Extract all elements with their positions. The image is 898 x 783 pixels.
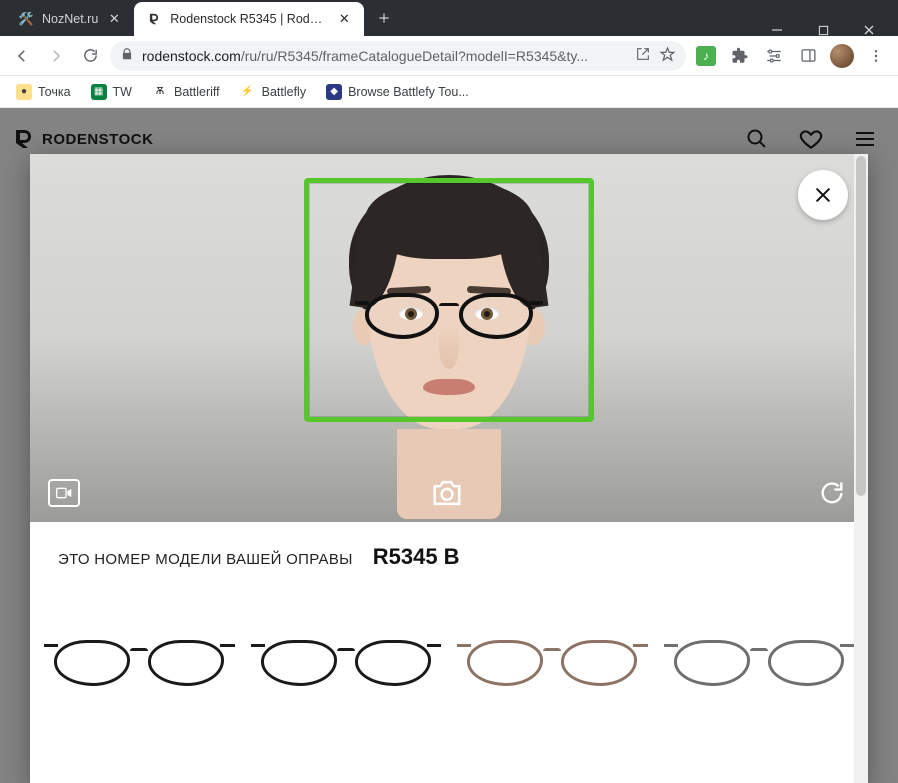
site-favicon-icon xyxy=(146,11,162,27)
browser-window: 🛠️ NozNet.ru ✕ Rodenstock R5345 | Rodens… xyxy=(0,0,898,783)
bookmark-battlefy[interactable]: ◆ Browse Battlefy Tou... xyxy=(318,81,477,103)
video-mode-button[interactable] xyxy=(48,479,80,507)
lock-icon xyxy=(120,47,134,64)
page-content: RODENSTOCK xyxy=(0,108,898,783)
address-bar[interactable]: rodenstock.com/ru/ru/R5345/frameCatalogu… xyxy=(110,41,686,71)
model-info-row: ЭТО НОМЕР МОДЕЛИ ВАШЕЙ ОПРАВЫ R5345 B xyxy=(30,522,868,582)
search-icon[interactable] xyxy=(742,124,772,154)
star-icon[interactable] xyxy=(659,46,676,66)
bookmark-tochka[interactable]: ● Точка xyxy=(8,81,79,103)
bookmark-tw[interactable]: ▦ TW xyxy=(83,81,140,103)
retry-button[interactable] xyxy=(814,475,850,511)
bookmark-icon: ● xyxy=(16,84,32,100)
model-code: R5345 B xyxy=(373,544,460,570)
tab-rodenstock[interactable]: Rodenstock R5345 | Rodenstock ✕ xyxy=(134,2,364,36)
bookmark-label: Точка xyxy=(38,85,71,99)
scrollbar-thumb[interactable] xyxy=(856,156,866,496)
profile-avatar[interactable] xyxy=(828,42,856,70)
reload-button[interactable] xyxy=(76,42,104,70)
bookmarks-bar: ● Точка ▦ TW Ѫ Battleriff ⚡ Battlefly ◆ … xyxy=(0,76,898,108)
bookmark-label: TW xyxy=(113,85,132,99)
heart-icon[interactable] xyxy=(796,124,826,154)
tab-noznet[interactable]: 🛠️ NozNet.ru ✕ xyxy=(6,2,134,36)
bookmark-icon: ▦ xyxy=(91,84,107,100)
variant-thumb[interactable] xyxy=(457,602,648,688)
tab-title: NozNet.ru xyxy=(42,12,98,26)
back-button[interactable] xyxy=(8,42,36,70)
bookmark-label: Battlefly xyxy=(262,85,306,99)
extensions-icon[interactable] xyxy=(726,42,754,70)
close-window-button[interactable] xyxy=(846,24,892,36)
minimize-button[interactable] xyxy=(754,24,800,36)
bookmark-icon: Ѫ xyxy=(152,84,168,100)
close-icon[interactable]: ✕ xyxy=(336,11,352,27)
url-path: /ru/ru/R5345/frameCatalogueDetail?modelI… xyxy=(241,48,588,64)
hamburger-icon[interactable] xyxy=(850,124,880,154)
brand-name: RODENSTOCK xyxy=(42,131,153,148)
wrench-icon: 🛠️ xyxy=(18,11,34,27)
url-text: rodenstock.com/ru/ru/R5345/frameCatalogu… xyxy=(142,48,627,64)
tab-strip: 🛠️ NozNet.ru ✕ Rodenstock R5345 | Rodens… xyxy=(0,0,898,36)
bookmark-icon: ◆ xyxy=(326,84,342,100)
chrome-menu-icon[interactable] xyxy=(862,42,890,70)
bookmark-label: Browse Battlefy Tou... xyxy=(348,85,469,99)
maximize-button[interactable] xyxy=(800,25,846,36)
camera-controls xyxy=(30,464,868,522)
variant-thumb[interactable] xyxy=(251,602,442,688)
capture-photo-button[interactable] xyxy=(429,475,465,511)
close-modal-button[interactable] xyxy=(798,170,848,220)
toolbar: rodenstock.com/ru/ru/R5345/frameCatalogu… xyxy=(0,36,898,76)
sidepanel-icon[interactable] xyxy=(794,42,822,70)
modal-scrollbar[interactable] xyxy=(854,154,868,783)
bookmark-battleriff[interactable]: Ѫ Battleriff xyxy=(144,81,228,103)
bookmark-battlefly[interactable]: ⚡ Battlefly xyxy=(232,81,314,103)
virtual-tryon-modal: ЭТО НОМЕР МОДЕЛИ ВАШЕЙ ОПРАВЫ R5345 B xyxy=(30,154,868,783)
share-icon[interactable] xyxy=(635,46,651,65)
music-extension-icon[interactable]: ♪ xyxy=(692,42,720,70)
brand-logo[interactable]: RODENSTOCK xyxy=(12,127,153,151)
variant-thumb[interactable] xyxy=(664,602,855,688)
close-icon[interactable]: ✕ xyxy=(106,11,122,27)
bookmark-icon: ⚡ xyxy=(240,84,256,100)
variant-thumb[interactable] xyxy=(44,602,235,688)
face-detection-box xyxy=(304,178,594,422)
camera-preview xyxy=(30,154,868,522)
url-host: rodenstock.com xyxy=(142,48,241,64)
brand-mark-icon xyxy=(12,127,36,151)
tab-title: Rodenstock R5345 | Rodenstock xyxy=(170,12,328,26)
new-tab-button[interactable] xyxy=(370,4,398,32)
bookmark-label: Battleriff xyxy=(174,85,220,99)
forward-button[interactable] xyxy=(42,42,70,70)
variant-thumbnails xyxy=(30,582,868,688)
labs-icon[interactable] xyxy=(760,42,788,70)
model-label: ЭТО НОМЕР МОДЕЛИ ВАШЕЙ ОПРАВЫ xyxy=(58,551,353,568)
